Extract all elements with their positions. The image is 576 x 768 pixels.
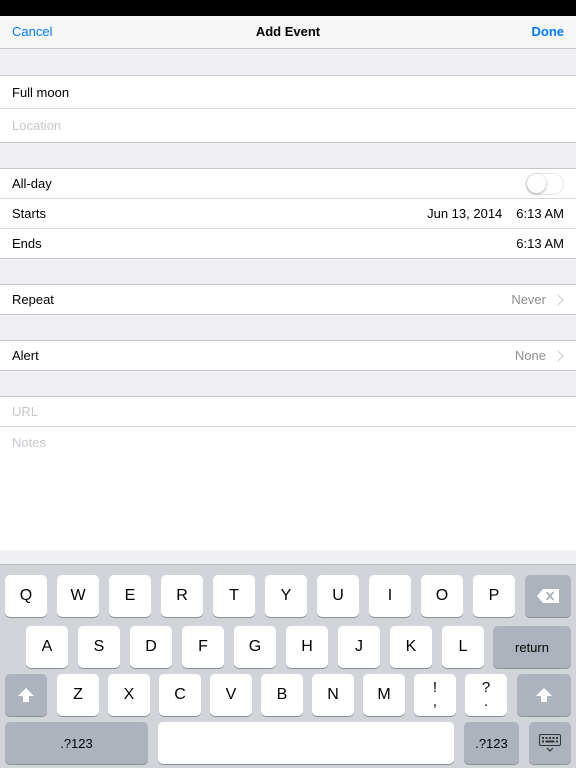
return-key[interactable]: return: [493, 626, 571, 668]
allday-toggle[interactable]: [526, 172, 564, 195]
key-i[interactable]: I: [369, 575, 411, 617]
shift-key-right[interactable]: [517, 674, 571, 716]
navigation-bar: Cancel Add Event Done: [0, 16, 576, 49]
keyboard: Q W E R T Y U I O P A S D F G H J K L re…: [0, 564, 576, 768]
key-g[interactable]: G: [234, 626, 276, 668]
key-d[interactable]: D: [130, 626, 172, 668]
key-u[interactable]: U: [317, 575, 359, 617]
key-k[interactable]: K: [390, 626, 432, 668]
starts-date: Jun 13, 2014: [427, 206, 503, 221]
title-value: Full moon: [12, 84, 70, 100]
allday-label: All-day: [12, 176, 52, 191]
url-notes-group: URL Notes: [0, 397, 576, 550]
ends-row[interactable]: Ends 6:13 AM: [0, 229, 576, 258]
alert-group: Alert None: [0, 341, 576, 371]
backspace-icon: [537, 589, 559, 603]
dismiss-keyboard-key[interactable]: [529, 722, 571, 764]
key-r[interactable]: R: [161, 575, 203, 617]
shift-icon: [536, 688, 552, 702]
location-field[interactable]: Location: [0, 109, 576, 142]
time-group: All-day Starts Jun 13, 2014 6:13 AM Ends…: [0, 169, 576, 259]
url-placeholder: URL: [12, 404, 39, 419]
chevron-right-icon: [552, 349, 564, 362]
key-b[interactable]: B: [261, 674, 303, 716]
repeat-value: Never: [511, 292, 546, 307]
status-bar: [0, 0, 576, 16]
key-h[interactable]: H: [286, 626, 328, 668]
key-v[interactable]: V: [210, 674, 252, 716]
key-exclamation-comma[interactable]: ! ,: [414, 674, 456, 716]
key-p[interactable]: P: [473, 575, 515, 617]
page-title: Add Event: [255, 24, 321, 39]
key-j[interactable]: J: [338, 626, 380, 668]
key-n[interactable]: N: [312, 674, 354, 716]
key-y[interactable]: Y: [265, 575, 307, 617]
key-x[interactable]: X: [108, 674, 150, 716]
alert-row[interactable]: Alert None: [0, 341, 576, 370]
key-s[interactable]: S: [78, 626, 120, 668]
numbers-key-left[interactable]: .?123: [5, 722, 148, 764]
starts-row[interactable]: Starts Jun 13, 2014 6:13 AM: [0, 199, 576, 229]
delete-key[interactable]: [525, 575, 571, 617]
notes-field[interactable]: Notes: [0, 427, 576, 550]
repeat-label: Repeat: [12, 292, 54, 307]
ends-time: 6:13 AM: [516, 236, 564, 251]
toggle-knob: [527, 173, 546, 193]
section-gap: [0, 315, 576, 341]
starts-label: Starts: [12, 206, 46, 221]
alert-value: None: [514, 348, 546, 363]
key-label-bottom: .: [483, 693, 489, 710]
section-gap: [0, 259, 576, 285]
title-location-group: Full moon Location: [0, 76, 576, 143]
numbers-key-right[interactable]: .?123: [464, 722, 519, 764]
key-t[interactable]: T: [213, 575, 255, 617]
key-question-period[interactable]: ? .: [465, 674, 507, 716]
section-gap: [0, 50, 576, 76]
key-z[interactable]: Z: [57, 674, 99, 716]
key-e[interactable]: E: [109, 575, 151, 617]
event-form: Full moon Location All-day Starts Jun 13…: [0, 50, 576, 550]
key-q[interactable]: Q: [5, 575, 47, 617]
repeat-row[interactable]: Repeat Never: [0, 285, 576, 314]
key-l[interactable]: L: [442, 626, 484, 668]
starts-time: 6:13 AM: [516, 206, 564, 221]
key-a[interactable]: A: [26, 626, 68, 668]
ends-label: Ends: [12, 236, 42, 251]
notes-placeholder: Notes: [12, 435, 46, 450]
section-gap: [0, 143, 576, 169]
key-label-bottom: ,: [432, 693, 438, 710]
section-gap: [0, 371, 576, 397]
shift-icon: [18, 688, 34, 702]
allday-row: All-day: [0, 169, 576, 199]
location-placeholder: Location: [12, 118, 62, 133]
key-m[interactable]: M: [363, 674, 405, 716]
key-f[interactable]: F: [182, 626, 224, 668]
done-button[interactable]: Done: [532, 24, 565, 39]
title-field[interactable]: Full moon: [0, 76, 576, 109]
alert-label: Alert: [12, 348, 39, 363]
key-o[interactable]: O: [421, 575, 463, 617]
keyboard-dismiss-icon: [539, 734, 561, 752]
shift-key-left[interactable]: [5, 674, 47, 716]
space-bar[interactable]: [158, 722, 454, 764]
chevron-right-icon: [552, 293, 564, 306]
key-w[interactable]: W: [57, 575, 99, 617]
key-c[interactable]: C: [159, 674, 201, 716]
repeat-group: Repeat Never: [0, 285, 576, 315]
url-field[interactable]: URL: [0, 397, 576, 427]
